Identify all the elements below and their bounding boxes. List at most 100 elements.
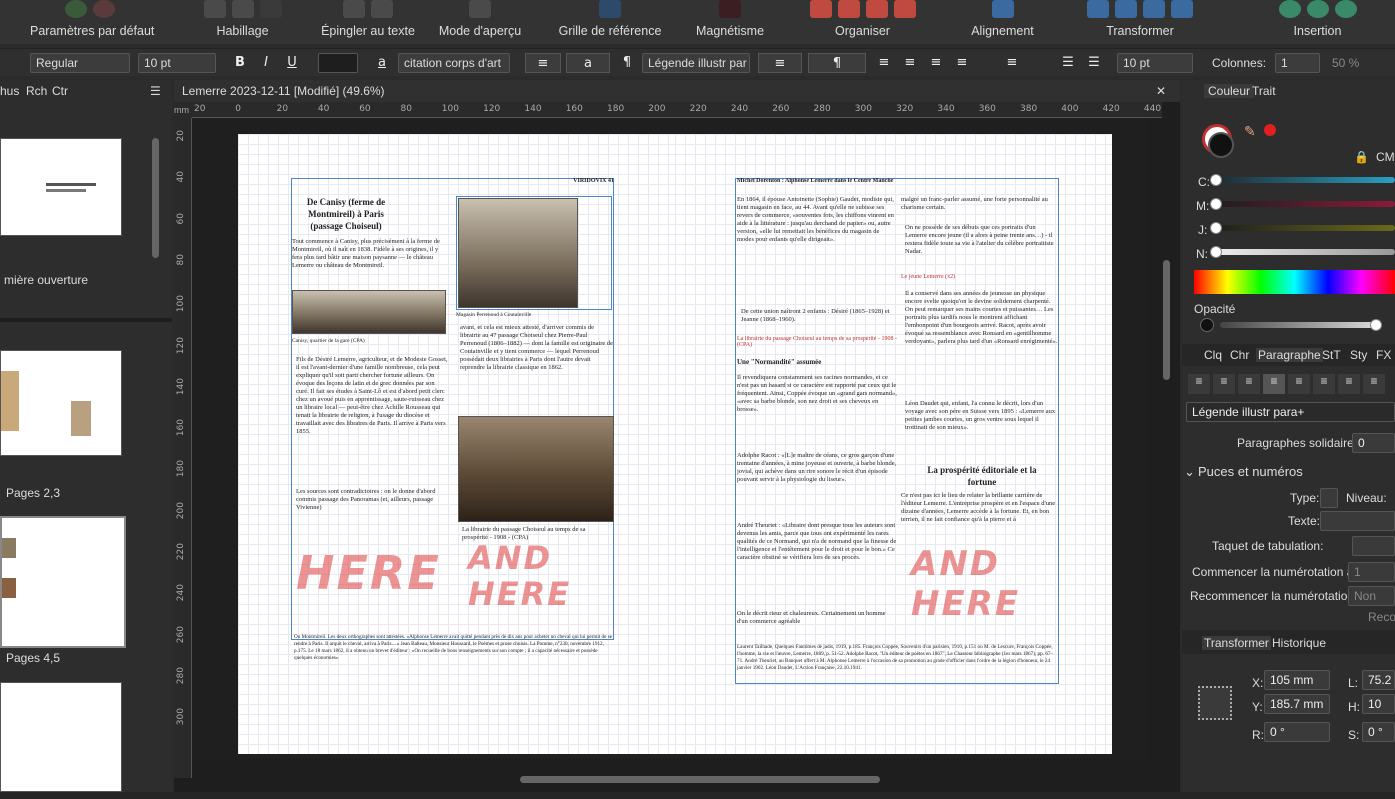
close-icon[interactable]: ✕ — [1156, 80, 1166, 102]
spread-thumbnail-2-3[interactable] — [0, 350, 122, 456]
spread-thumbnail-4-5-selected[interactable] — [0, 516, 126, 648]
tab-fx[interactable]: FX — [1376, 348, 1391, 362]
align-left-icon[interactable]: ≡ — [1188, 374, 1210, 394]
align-group[interactable]: Alignement — [965, 0, 1040, 44]
insert-group[interactable]: Insertion — [1255, 0, 1380, 44]
tab-couleur[interactable]: Couleur — [1204, 84, 1255, 98]
bold-button[interactable]: B — [228, 53, 252, 73]
magnet-icon[interactable] — [719, 0, 741, 18]
type-select[interactable] — [1320, 488, 1338, 508]
shear-input[interactable]: 0 ° — [1362, 722, 1395, 742]
text-color-swatch[interactable] — [318, 53, 358, 73]
color-spectrum[interactable] — [1194, 270, 1395, 294]
align-center-icon[interactable]: ≡ — [898, 53, 922, 73]
canvas-vertical-scrollbar[interactable] — [1163, 260, 1170, 380]
wrap-settings-icon[interactable] — [231, 0, 254, 18]
tab-rch[interactable]: Rch — [26, 80, 47, 102]
document-tab[interactable]: Lemerre 2023-12-11 [Modifié] (49.6%) ✕ — [174, 80, 1180, 102]
bullets-section-header[interactable]: Puces et numéros — [1198, 464, 1303, 479]
char-style-select[interactable]: citation corps d'art — [398, 53, 510, 73]
insert-frame-icon[interactable] — [1306, 0, 1329, 18]
start-numbering-input[interactable]: 1 — [1348, 562, 1395, 582]
rotate-right-icon[interactable] — [1171, 0, 1193, 18]
color-model-select[interactable]: CMJ — [1376, 150, 1395, 164]
wrap-group[interactable]: Habillage — [190, 0, 295, 44]
align-right-icon[interactable]: ≡ — [1238, 374, 1260, 394]
tab-paragraphe[interactable]: Paragraphe — [1256, 348, 1323, 362]
restart-numbering-select[interactable]: Non listé — [1348, 586, 1395, 606]
justify-right-icon[interactable]: ≡ — [1313, 374, 1335, 394]
n-slider[interactable] — [1214, 249, 1395, 255]
tab-stt[interactable]: StT — [1322, 348, 1341, 362]
photo-magasin[interactable] — [458, 198, 578, 308]
rotate-left-icon[interactable] — [1143, 0, 1165, 18]
snap-group[interactable]: Magnétisme — [690, 0, 770, 44]
columns-input[interactable]: 1 — [1275, 53, 1320, 73]
photo-canisy[interactable] — [292, 290, 446, 334]
text-select[interactable] — [1320, 511, 1395, 531]
preview-icon[interactable] — [469, 0, 491, 18]
y-input[interactable]: 185.7 mm — [1264, 694, 1330, 714]
forward-icon[interactable] — [865, 0, 888, 18]
picked-color-swatch[interactable] — [1264, 124, 1276, 136]
preview-group[interactable]: Mode d'aperçu — [435, 0, 525, 44]
grid-icon[interactable] — [599, 0, 621, 18]
align-icon[interactable] — [991, 0, 1014, 18]
default-settings-group[interactable]: Paramètres par défaut — [30, 0, 154, 44]
spread-thumbnail-6-7[interactable] — [0, 682, 122, 792]
tab-historique[interactable]: Historique — [1272, 636, 1326, 650]
photo-passage-choiseul[interactable] — [458, 416, 614, 522]
j-slider[interactable] — [1214, 225, 1395, 231]
gear-icon[interactable] — [65, 0, 87, 18]
anchor-point-selector[interactable] — [1198, 686, 1232, 720]
opacity-slider[interactable] — [1220, 322, 1380, 328]
para-style-apply-icon[interactable]: ≡ — [758, 53, 802, 73]
wrap-off-icon[interactable] — [259, 0, 282, 18]
para-mark-button[interactable]: ¶ — [808, 53, 866, 73]
width-input[interactable]: 75.2 m — [1362, 670, 1395, 690]
x-input[interactable]: 105 mm — [1264, 670, 1330, 690]
j-slider-knob[interactable] — [1210, 222, 1222, 234]
font-style-select[interactable]: Regular — [30, 53, 130, 73]
eyedropper-icon[interactable]: ✎ — [1244, 124, 1256, 140]
align-left-icon[interactable]: ≡ — [872, 53, 896, 73]
canvas[interactable]: VIRIDOVIX 41 De Canisy (ferme de Montmir… — [192, 118, 1147, 758]
no-settings-icon[interactable] — [93, 0, 115, 18]
flip-v-icon[interactable] — [1115, 0, 1137, 18]
tab-clq[interactable]: Clq — [1204, 348, 1222, 362]
front-icon[interactable] — [893, 0, 916, 18]
c-slider-knob[interactable] — [1210, 174, 1222, 186]
restart-checkbox-label[interactable]: Recom — [1368, 610, 1395, 624]
chevron-down-icon[interactable]: ⌄ — [1184, 464, 1195, 480]
pin-icon[interactable] — [343, 0, 365, 18]
justify-icon[interactable]: ≡ — [950, 53, 974, 73]
pin-group[interactable]: Épingler au texte — [318, 0, 418, 44]
align-towards-spine-icon[interactable]: ≡ — [1363, 374, 1385, 394]
underline-button[interactable]: U — [280, 53, 304, 73]
opacity-slider-knob[interactable] — [1370, 319, 1382, 331]
backward-icon[interactable] — [837, 0, 860, 18]
arrange-group[interactable]: Organiser — [790, 0, 935, 44]
c-slider[interactable] — [1214, 177, 1395, 183]
tab-trait[interactable]: Trait — [1252, 84, 1276, 98]
numbering-icon[interactable]: ☰ — [1082, 53, 1106, 73]
vertical-ruler[interactable]: 20 40 60 80 100 120 140 160 180 200 220 240 260 280 30… — [174, 118, 192, 778]
align-center-icon[interactable]: ≡ — [1213, 374, 1235, 394]
back-icon[interactable] — [809, 0, 832, 18]
wrap-icon[interactable] — [203, 0, 226, 18]
justify-center-icon[interactable]: ≡ — [1288, 374, 1310, 394]
pages-scrollbar[interactable] — [152, 138, 159, 258]
size-select[interactable]: 10 pt — [1117, 53, 1193, 73]
align-right-icon[interactable]: ≡ — [924, 53, 948, 73]
para-style-select[interactable]: Légende illustr par — [642, 53, 750, 73]
tab-sty[interactable]: Sty — [1350, 348, 1367, 362]
tab-ctr[interactable]: Ctr — [52, 80, 68, 102]
flip-h-icon[interactable] — [1087, 0, 1109, 18]
tab-hus[interactable]: hus — [0, 80, 19, 102]
n-slider-knob[interactable] — [1210, 246, 1222, 258]
vertical-align-icon[interactable]: ≡ — [1000, 53, 1024, 73]
char-style-button[interactable]: a — [566, 53, 610, 73]
italic-button[interactable]: I — [254, 53, 278, 73]
insert-image-icon[interactable] — [1334, 0, 1357, 18]
insert-shape-icon[interactable] — [1278, 0, 1301, 18]
